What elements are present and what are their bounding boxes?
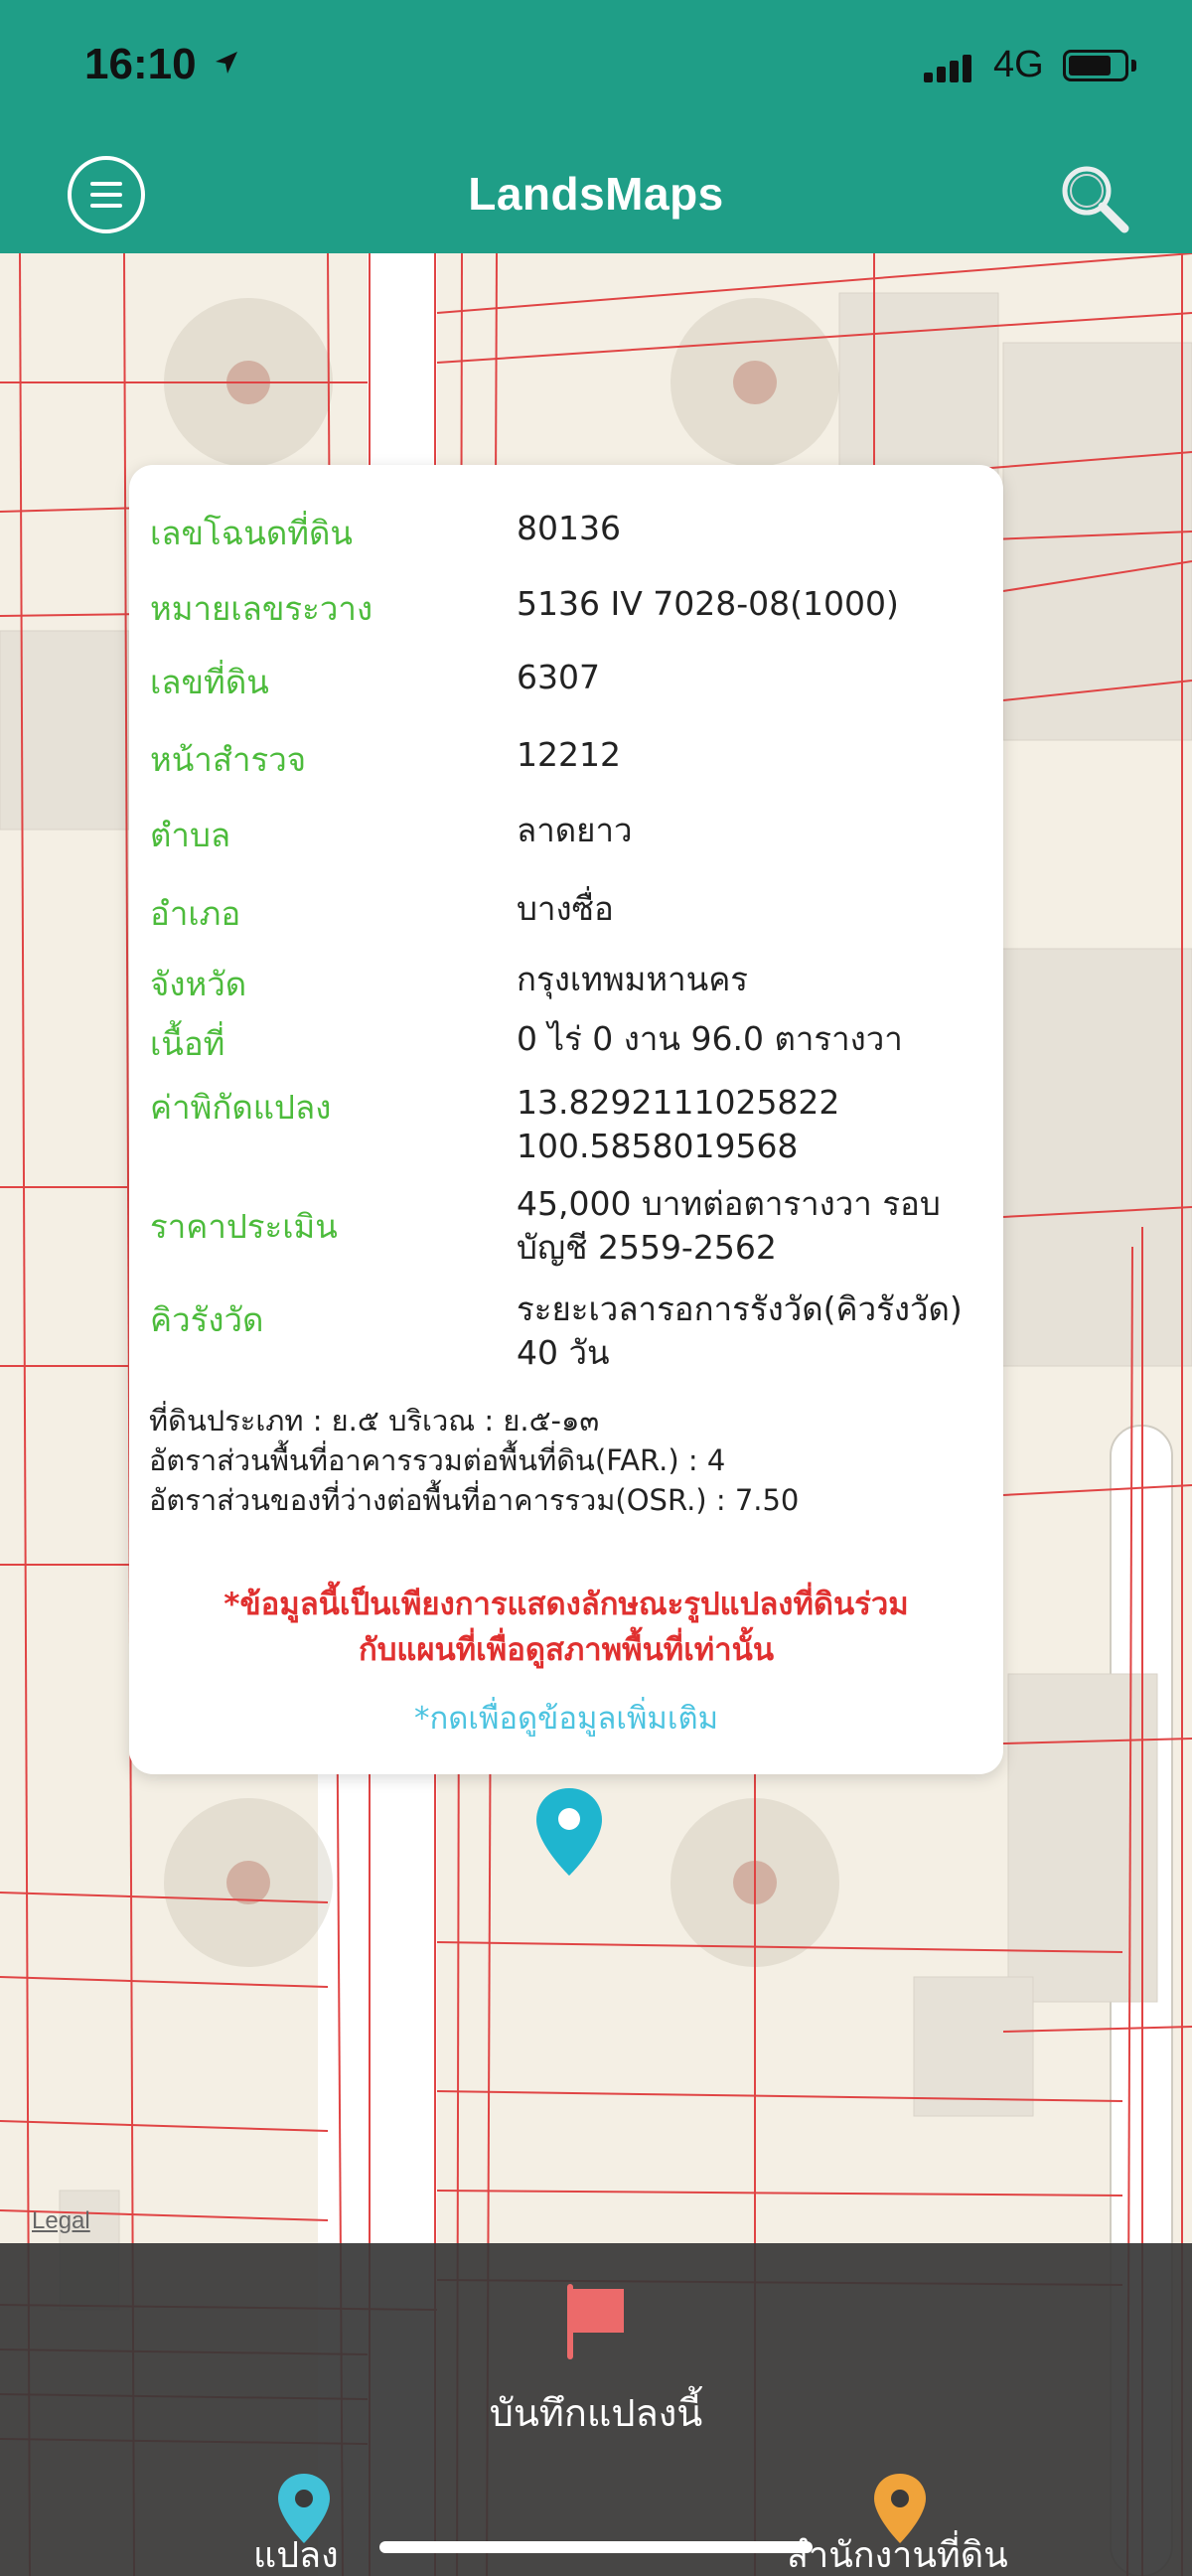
district-value: บางซื่อ — [517, 889, 614, 928]
survey-page-label: หน้าสำรวจ — [150, 740, 307, 779]
land-number-value: 6307 — [517, 658, 600, 696]
save-parcel-button[interactable]: บันทึกแปลงนี้ — [0, 2382, 1192, 2443]
province-label: จังหวัด — [150, 965, 247, 1003]
survey-page-value: 12212 — [517, 735, 621, 774]
status-time: 16:10 — [84, 40, 197, 88]
map-sheet-value: 5136 IV 7028-08(1000) — [517, 584, 899, 623]
title-deed-label: เลขโฉนดที่ดิน — [150, 514, 353, 552]
disclaimer-line1: *ข้อมูลนี้เป็นเพียงการแสดงลักษณะรูปแปลงท… — [224, 1587, 909, 1622]
legal-link[interactable]: Legal — [32, 2207, 90, 2235]
cellular-signal-icon — [924, 55, 971, 82]
battery-icon — [1063, 50, 1128, 81]
appraisal-line2: บัญชี 2559-2562 — [517, 1228, 777, 1267]
appraisal-line1: 45,000 บาทต่อตารางวา รอบ — [517, 1184, 941, 1223]
parcel-info-card[interactable]: เลขโฉนดที่ดิน 80136 หมายเลขระวาง 5136 IV… — [129, 465, 1003, 1774]
parcel-tab-label[interactable]: แปลง — [253, 2526, 339, 2576]
bottom-action-bar: บันทึกแปลงนี้ แปลง สำนักงานที่ดิน — [0, 2243, 1192, 2576]
map-sheet-label: หมายเลขระวาง — [150, 589, 373, 628]
search-icon[interactable] — [1055, 159, 1134, 238]
province-value: กรุงเทพมหานคร — [517, 960, 748, 998]
far-text: อัตราส่วนพื้นที่อาคารรวมต่อพื้นที่ดิน(FA… — [149, 1443, 726, 1477]
appraisal-value: 45,000 บาทต่อตารางวา รอบ บัญชี 2559-2562 — [517, 1182, 993, 1270]
more-info-link[interactable]: *กดเพื่อดูข้อมูลเพิ่มเติม — [129, 1693, 1003, 1743]
network-type: 4G — [993, 44, 1044, 85]
app-title: LandsMaps — [468, 168, 724, 220]
survey-queue-label: คิวรังวัด — [150, 1300, 264, 1339]
area-label: เนื้อที่ — [150, 1024, 225, 1063]
land-office-tab-label[interactable]: สำนักงานที่ดิน — [787, 2526, 1008, 2576]
coordinates-label: ค่าพิกัดแปลง — [150, 1088, 332, 1127]
battery-tip — [1131, 60, 1136, 72]
coordinates-lat: 13.8292111025822 — [517, 1083, 840, 1122]
coordinates-lon: 100.5858019568 — [517, 1127, 799, 1165]
subdistrict-label: ตำบล — [150, 816, 231, 854]
flag-icon[interactable] — [556, 2281, 636, 2360]
appraisal-label: ราคาประเมิน — [150, 1207, 338, 1246]
nav-bar: LandsMaps — [0, 139, 1192, 253]
district-label: อำเภอ — [150, 894, 241, 933]
land-number-label: เลขที่ดิน — [150, 663, 269, 701]
area-value: 0 ไร่ 0 งาน 96.0 ตารางวา — [517, 1019, 903, 1058]
home-indicator[interactable] — [379, 2541, 813, 2553]
location-arrow-icon — [216, 52, 237, 74]
map-pin-icon[interactable] — [534, 1786, 604, 1878]
osr-text: อัตราส่วนของที่ว่างต่อพื้นที่อาคารรวม(OS… — [149, 1483, 800, 1517]
title-deed-value: 80136 — [517, 509, 621, 547]
survey-queue-value: ระยะเวลารอการรังวัด(คิวรังวัด) 40 วัน — [517, 1288, 993, 1375]
survey-queue-line1: ระยะเวลารอการรังวัด(คิวรังวัด) — [517, 1289, 963, 1328]
survey-queue-line2: 40 วัน — [517, 1333, 610, 1372]
land-type-text: ที่ดินประเภท : ย.๕ บริเวณ : ย.๕-๑๓ — [149, 1404, 600, 1438]
disclaimer-line2: กับแผนที่เพื่อดูสภาพพื้นที่เท่านั้น — [358, 1632, 775, 1668]
subdistrict-value: ลาดยาว — [517, 811, 633, 849]
coordinates-value: 13.8292111025822 100.5858019568 — [517, 1081, 993, 1168]
status-bar: 16:10 4G — [0, 0, 1192, 139]
disclaimer-text: *ข้อมูลนี้เป็นเพียงการแสดงลักษณะรูปแปลงท… — [159, 1582, 973, 1673]
